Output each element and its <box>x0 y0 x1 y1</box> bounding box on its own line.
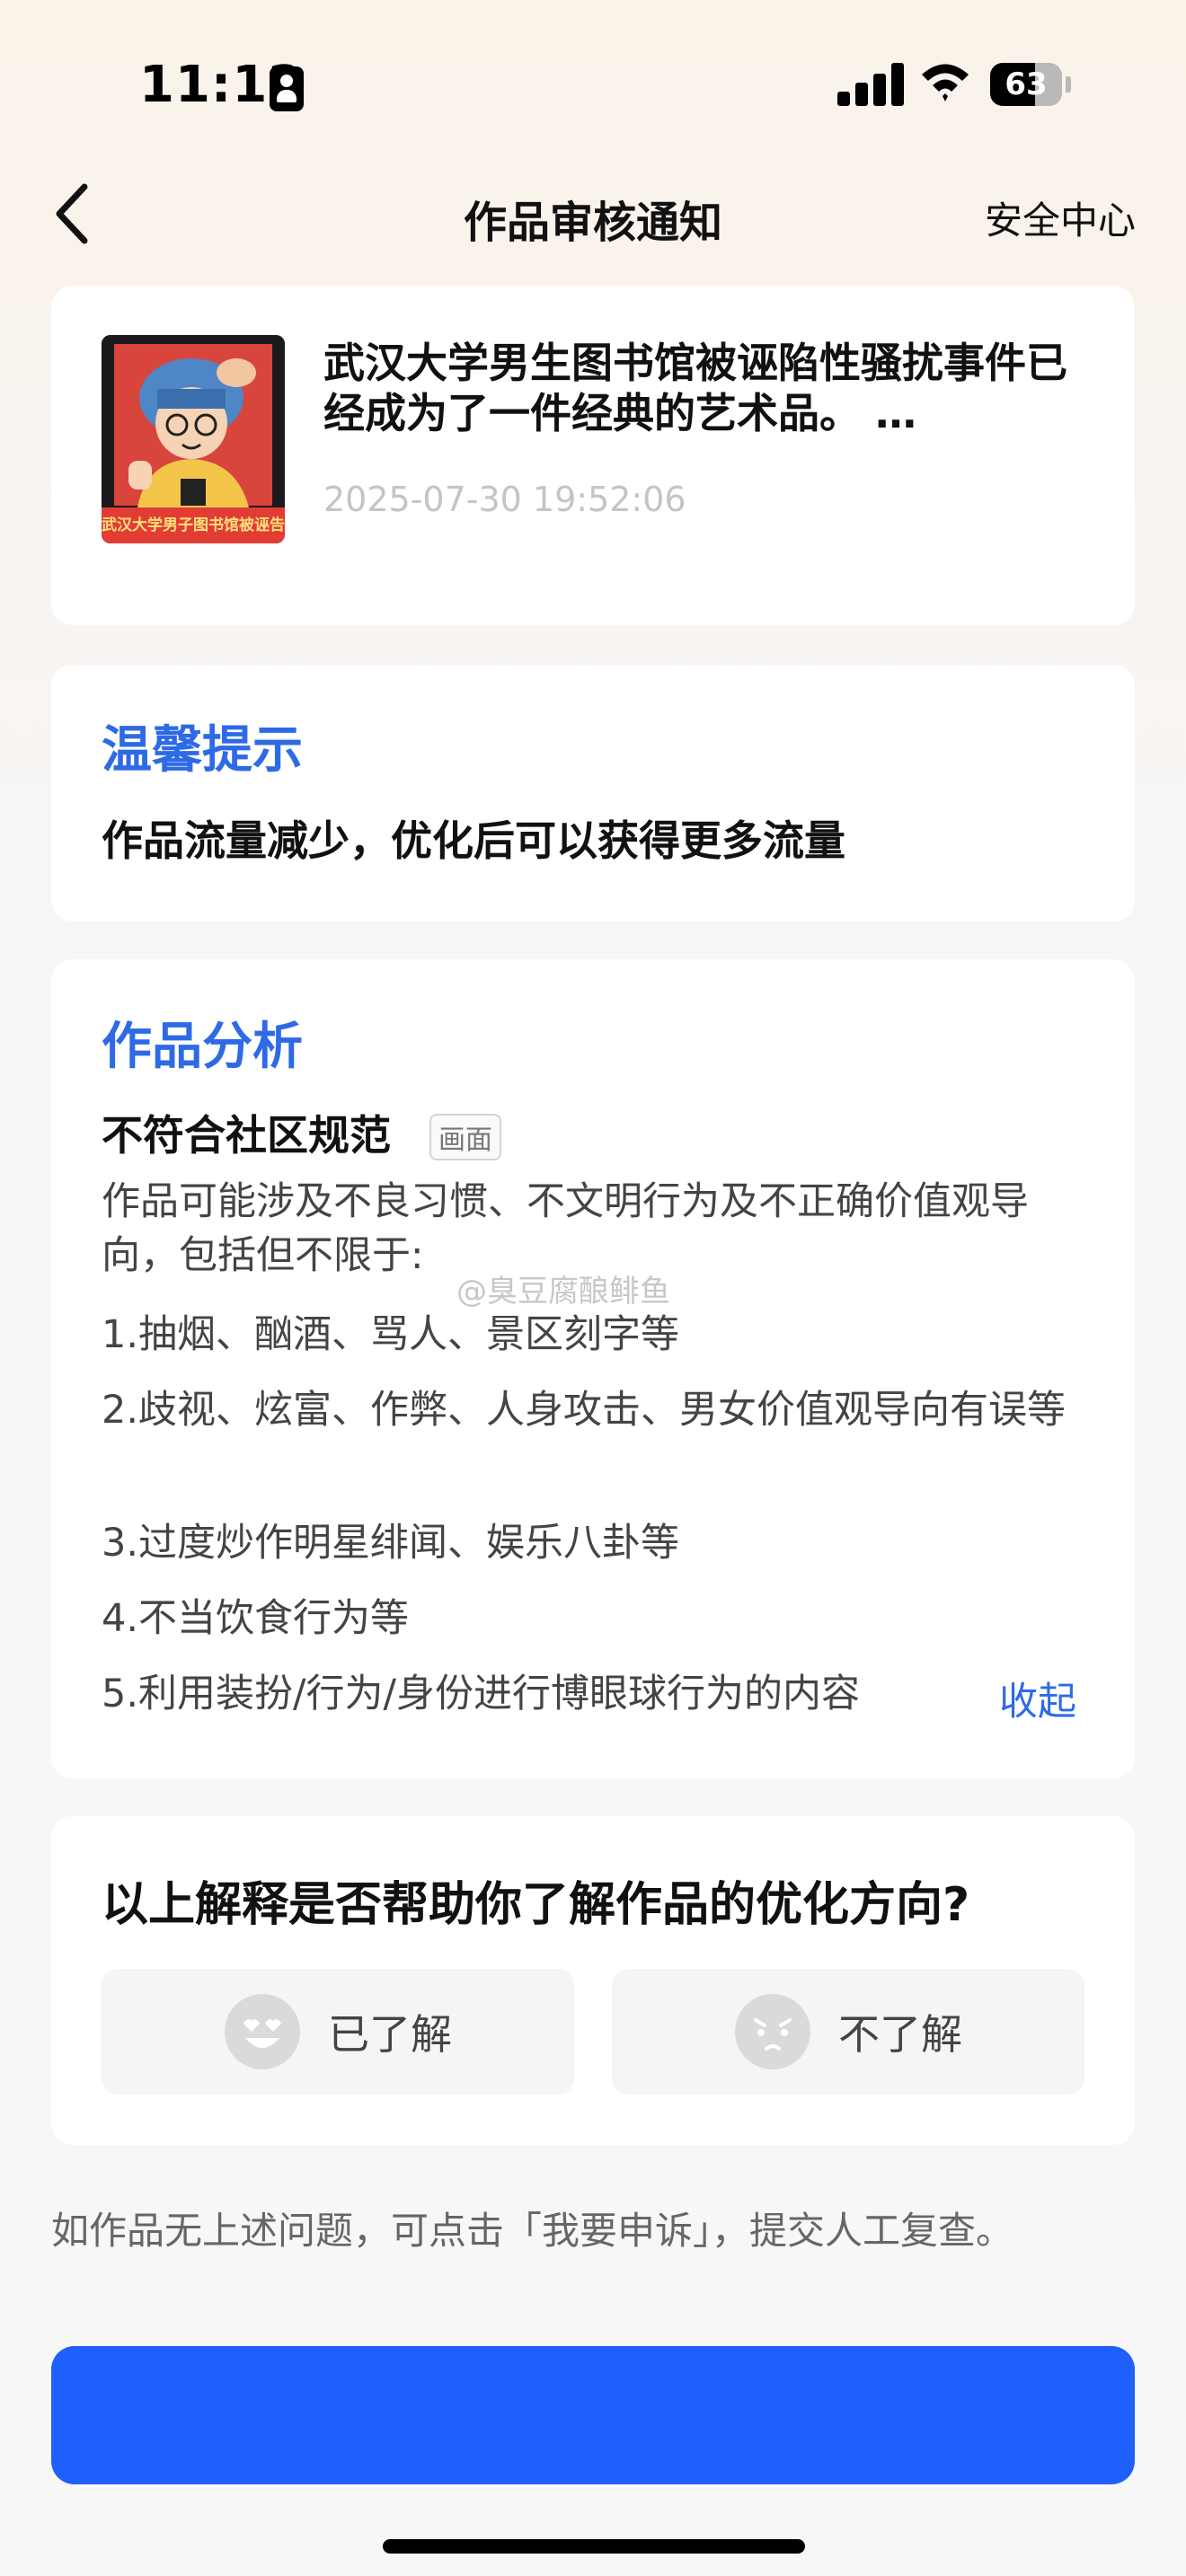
wifi-icon <box>922 64 969 101</box>
analysis-item: 2.歧视、炫富、作弊、人身攻击、男女价值观导向有误等 <box>102 1388 1067 1433</box>
tip-card <box>51 665 1135 922</box>
collapse-button[interactable]: 收起 <box>999 1671 1076 1726</box>
security-center-link[interactable]: 安全中心 <box>925 190 1136 245</box>
page-title: 作品审核通知 <box>463 198 722 248</box>
post-title[interactable]: 武汉大学男生图书馆被诬陷性骚扰事件已经成为了一件经典的艺术品。 … <box>323 338 1078 438</box>
understood-label: 已了解 <box>328 2010 452 2059</box>
understood-button[interactable]: 已了解 <box>102 1969 574 2095</box>
not-understood-label: 不了解 <box>838 2010 962 2059</box>
battery-level-text: 63 <box>1005 66 1048 102</box>
tip-heading: 温馨提示 <box>102 721 303 780</box>
battery-icon: 63 <box>990 63 1071 108</box>
analysis-heading: 作品分析 <box>102 1018 303 1076</box>
rule-tag-badge: 画面 <box>429 1114 501 1160</box>
post-timestamp: 2025-07-30 19:52:06 <box>323 480 686 519</box>
watermark: @臭豆腐酿鲱鱼 <box>456 1274 670 1310</box>
heart-eyes-face-icon <box>225 1994 300 2069</box>
analysis-card <box>51 959 1135 1778</box>
appeal-button[interactable] <box>51 2346 1135 2484</box>
analysis-item: 3.过度炒作明星绯闻、娱乐八卦等 <box>102 1521 680 1566</box>
sad-face-icon <box>735 1994 810 2069</box>
analysis-item: 1.抽烟、酗酒、骂人、景区刻字等 <box>102 1312 680 1357</box>
not-understood-button[interactable]: 不了解 <box>612 1969 1084 2095</box>
signal-icon <box>837 63 906 106</box>
back-icon[interactable] <box>50 180 95 248</box>
analysis-item: 4.不当饮食行为等 <box>102 1596 410 1641</box>
tip-text: 作品流量减少，优化后可以获得更多流量 <box>102 816 845 865</box>
appeal-note: 如作品无上述问题，可点击「我要申诉」，提交人工复查。 <box>51 2209 1014 2253</box>
analysis-item: 5.利用装扮/行为/身份进行博眼球行为的内容 <box>102 1672 861 1716</box>
thumbnail-caption: 武汉大学男子图书馆被诬告 <box>102 507 285 543</box>
post-thumbnail[interactable]: 武汉大学男子图书馆被诬告 <box>102 335 285 543</box>
home-indicator[interactable] <box>383 2539 805 2554</box>
feedback-question: 以上解释是否帮助你了解作品的优化方向? <box>102 1878 970 1932</box>
rule-title: 不符合社区规范 <box>102 1111 391 1160</box>
lock-icon <box>270 66 304 111</box>
